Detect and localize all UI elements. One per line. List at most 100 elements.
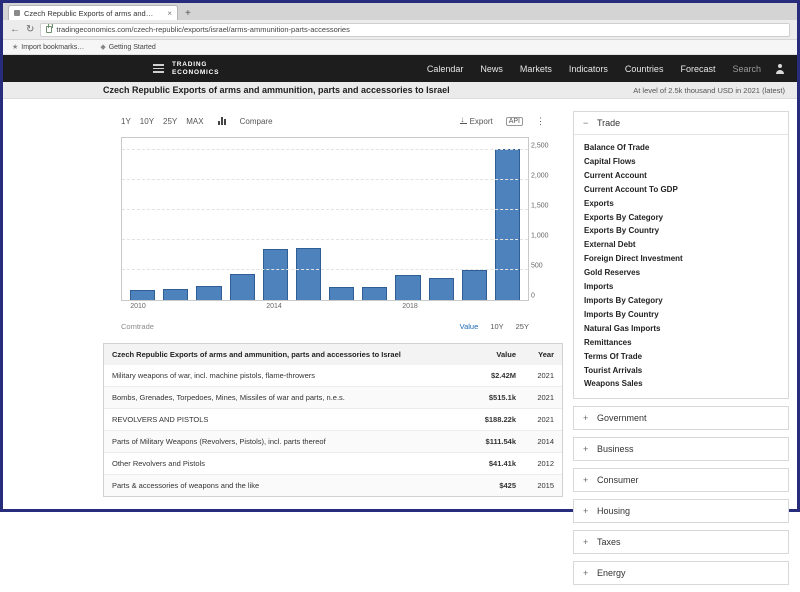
back-icon[interactable]: ← xyxy=(10,25,20,35)
sidebar-section-government: +Government xyxy=(573,406,789,430)
bar-2010[interactable] xyxy=(130,290,155,300)
lock-icon xyxy=(46,26,52,33)
browser-tab-strip: Czech Republic Exports of arms and… × + xyxy=(3,3,797,20)
nav-item-search[interactable]: Search xyxy=(732,64,761,74)
nav-item-indicators[interactable]: Indicators xyxy=(569,64,608,74)
sidebar-taxes-label: Taxes xyxy=(597,537,621,547)
chart-plot-area[interactable]: 05001,0001,5002,0002,500 xyxy=(121,137,529,301)
bar-chart-type-icon[interactable] xyxy=(218,117,226,125)
sidebar-housing-label: Housing xyxy=(597,506,630,516)
sidebar-link-weapons-sales[interactable]: Weapons Sales xyxy=(584,378,778,390)
range-button-10y[interactable]: 10Y xyxy=(140,117,154,126)
bar-2013[interactable] xyxy=(230,274,255,300)
bar-2012[interactable] xyxy=(196,286,221,300)
sidebar-energy-header[interactable]: +Energy xyxy=(574,562,788,584)
sidebar-government-label: Government xyxy=(597,413,647,423)
table-row[interactable]: Military weapons of war, incl. machine p… xyxy=(104,365,562,386)
sidebar-section-housing: +Housing xyxy=(573,499,789,523)
bar-2014[interactable] xyxy=(263,249,288,300)
sidebar-link-natural-gas-imports[interactable]: Natural Gas Imports xyxy=(584,323,778,335)
browser-tab[interactable]: Czech Republic Exports of arms and… × xyxy=(8,5,178,20)
range-button-1y[interactable]: 1Y xyxy=(121,117,131,126)
bar-2020[interactable] xyxy=(462,270,487,300)
compare-button[interactable]: Compare xyxy=(240,117,273,126)
chart-footer-link-10y[interactable]: 10Y xyxy=(490,322,503,331)
export-button[interactable]: Export xyxy=(460,117,492,126)
bar-2018[interactable] xyxy=(395,275,420,300)
x-axis-label-2014: 2014 xyxy=(266,303,282,310)
row-label: Military weapons of war, incl. machine p… xyxy=(112,371,454,380)
nav-item-news[interactable]: News xyxy=(480,64,503,74)
sidebar-link-gold-reserves[interactable]: Gold Reserves xyxy=(584,267,778,279)
sidebar-link-remittances[interactable]: Remittances xyxy=(584,337,778,349)
tab-close-icon[interactable]: × xyxy=(167,9,172,18)
more-options-icon[interactable]: ⋮ xyxy=(536,116,545,127)
download-icon xyxy=(460,117,467,124)
sidebar-consumer-header[interactable]: +Consumer xyxy=(574,469,788,491)
nav-item-forecast[interactable]: Forecast xyxy=(680,64,715,74)
sidebar-link-terms-of-trade[interactable]: Terms Of Trade xyxy=(584,351,778,363)
bookmark-item[interactable]: ★ Import bookmarks… xyxy=(12,43,84,51)
chart-footer-link-25y[interactable]: 25Y xyxy=(516,322,529,331)
sidebar-link-imports-by-country[interactable]: Imports By Country xyxy=(584,309,778,321)
sidebar-link-capital-flows[interactable]: Capital Flows xyxy=(584,156,778,168)
sidebar-government-header[interactable]: +Government xyxy=(574,407,788,429)
row-value: $515.1k xyxy=(454,393,516,402)
chart-footer-link-value[interactable]: Value xyxy=(460,322,479,331)
y-axis-label-2500: 2,500 xyxy=(531,143,559,150)
bar-2017[interactable] xyxy=(362,287,387,300)
sidebar-link-balance-of-trade[interactable]: Balance Of Trade xyxy=(584,142,778,154)
row-year: 2021 xyxy=(516,415,554,424)
nav-item-countries[interactable]: Countries xyxy=(625,64,664,74)
row-year: 2021 xyxy=(516,393,554,402)
sidebar-link-external-debt[interactable]: External Debt xyxy=(584,239,778,251)
range-button-max[interactable]: MAX xyxy=(186,117,203,126)
expand-icon: + xyxy=(583,475,590,485)
range-buttons: 1Y 10Y 25Y MAX xyxy=(121,117,204,126)
reload-icon[interactable]: ↻ xyxy=(26,25,34,35)
bar-2011[interactable] xyxy=(163,289,188,300)
sidebar-trade-header[interactable]: − Trade xyxy=(574,112,788,134)
sidebar-taxes-header[interactable]: +Taxes xyxy=(574,531,788,553)
site-logo[interactable]: TRADING ECONOMICS xyxy=(172,61,219,76)
bar-2015[interactable] xyxy=(296,248,321,300)
table-row[interactable]: Other Revolvers and Pistols$41.41k2012 xyxy=(104,452,562,474)
sidebar-link-exports-by-category[interactable]: Exports By Category xyxy=(584,212,778,224)
sidebar-link-imports[interactable]: Imports xyxy=(584,281,778,293)
api-button[interactable]: API xyxy=(506,117,523,126)
sidebar-collapsed-sections: +Government+Business+Consumer+Housing+Ta… xyxy=(573,406,789,585)
year-column-header: Year xyxy=(516,350,554,359)
bookmark-page-icon: ◆ xyxy=(100,43,105,51)
url-input[interactable]: tradingeconomics.com/czech-republic/expo… xyxy=(40,23,790,37)
bar-2016[interactable] xyxy=(329,287,354,300)
sidebar-link-foreign-direct-investment[interactable]: Foreign Direct Investment xyxy=(584,253,778,265)
table-row[interactable]: Bombs, Grenades, Torpedoes, Mines, Missi… xyxy=(104,386,562,408)
row-value: $425 xyxy=(454,481,516,490)
nav-item-calendar[interactable]: Calendar xyxy=(427,64,464,74)
sidebar-link-current-account-to-gdp[interactable]: Current Account To GDP xyxy=(584,184,778,196)
sidebar-business-header[interactable]: +Business xyxy=(574,438,788,460)
table-row[interactable]: Parts & accessories of weapons and the l… xyxy=(104,474,562,496)
table-row[interactable]: Parts of Military Weapons (Revolvers, Pi… xyxy=(104,430,562,452)
sidebar-housing-header[interactable]: +Housing xyxy=(574,500,788,522)
expand-icon: + xyxy=(583,568,590,578)
table-header-row: Czech Republic Exports of arms and ammun… xyxy=(104,344,562,365)
user-account-icon[interactable] xyxy=(775,64,785,74)
menu-hamburger-icon[interactable] xyxy=(153,64,164,73)
range-button-25y[interactable]: 25Y xyxy=(163,117,177,126)
nav-item-markets[interactable]: Markets xyxy=(520,64,552,74)
bookmark-item[interactable]: ◆ Getting Started xyxy=(100,43,155,51)
bar-2021[interactable] xyxy=(495,149,520,300)
sidebar-link-imports-by-category[interactable]: Imports By Category xyxy=(584,295,778,307)
table-title: Czech Republic Exports of arms and ammun… xyxy=(112,350,454,359)
new-tab-button[interactable]: + xyxy=(185,8,191,19)
table-row[interactable]: REVOLVERS AND PISTOLS$188.22k2021 xyxy=(104,408,562,430)
sidebar-link-tourist-arrivals[interactable]: Tourist Arrivals xyxy=(584,365,778,377)
sidebar-link-exports[interactable]: Exports xyxy=(584,198,778,210)
sidebar-link-current-account[interactable]: Current Account xyxy=(584,170,778,182)
sidebar-link-exports-by-country[interactable]: Exports By Country xyxy=(584,225,778,237)
bar-2019[interactable] xyxy=(429,278,454,300)
y-axis-label-1000: 1,000 xyxy=(531,233,559,240)
chart-toolbar-right: Export API ⋮ xyxy=(460,116,545,127)
value-column-header: Value xyxy=(454,350,516,359)
